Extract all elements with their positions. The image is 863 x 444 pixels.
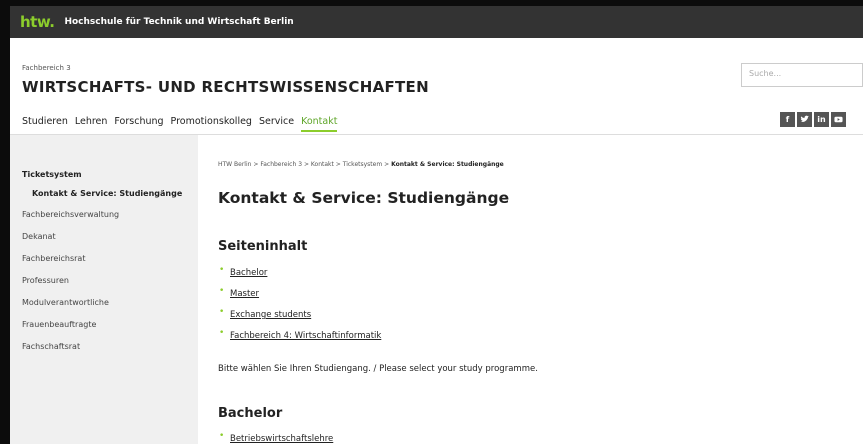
breadcrumb-current: Kontakt & Service: Studiengänge — [391, 161, 504, 168]
main-nav: Studieren Lehren Forschung Promotionskol… — [22, 116, 338, 132]
department-title[interactable]: WIRTSCHAFTS- UND RECHTSWISSENSCHAFTEN — [22, 78, 429, 96]
breadcrumb-link[interactable]: Fachbereich 3 — [260, 161, 302, 168]
toc-link-master[interactable]: Master — [230, 289, 259, 299]
department-number: Fachbereich 3 — [22, 64, 71, 72]
browser-viewport: htw. Hochschule für Technik und Wirtscha… — [10, 6, 863, 444]
breadcrumb-link[interactable]: Ticketsystem — [343, 161, 382, 168]
top-bar: htw. Hochschule für Technik und Wirtscha… — [10, 6, 863, 38]
bullet-icon: • — [219, 307, 225, 317]
nav-item-forschung[interactable]: Forschung — [114, 116, 163, 132]
toc-link-fachbereich-4[interactable]: Fachbereich 4: Wirtschaftinformatik — [230, 331, 381, 341]
toc-item: • Master — [219, 286, 259, 299]
bullet-icon: • — [219, 431, 225, 441]
university-name[interactable]: Hochschule für Technik und Wirtschaft Be… — [64, 17, 293, 27]
toc-link-bachelor[interactable]: Bachelor — [230, 268, 267, 278]
toc-heading: Seiteninhalt — [218, 239, 308, 254]
breadcrumb: HTW Berlin > Fachbereich 3 > Kontakt > T… — [218, 161, 504, 168]
site-header: Fachbereich 3 WIRTSCHAFTS- UND RECHTSWIS… — [10, 38, 863, 135]
breadcrumb-separator: > — [253, 161, 259, 168]
facebook-icon[interactable]: f — [780, 112, 795, 127]
toc-item: • Bachelor — [219, 265, 267, 278]
linkedin-icon[interactable]: in — [814, 112, 829, 127]
htw-logo[interactable]: htw. — [20, 13, 55, 31]
sidebar-item-fachschaftsrat[interactable]: Fachschaftsrat — [22, 342, 80, 351]
search-input[interactable]: Suche... — [741, 63, 863, 87]
bullet-icon: • — [219, 265, 225, 275]
sidebar-item-ticketsystem[interactable]: Ticketsystem — [22, 170, 82, 179]
sidebar-item-modulverantwortliche[interactable]: Modulverantwortliche — [22, 298, 109, 307]
breadcrumb-separator: > — [303, 161, 309, 168]
sidebar-item-dekanat[interactable]: Dekanat — [22, 232, 56, 241]
nav-item-promotionskolleg[interactable]: Promotionskolleg — [171, 116, 252, 132]
bullet-icon: • — [219, 328, 225, 338]
nav-item-lehren[interactable]: Lehren — [75, 116, 108, 132]
page-title: Kontakt & Service: Studiengänge — [218, 189, 510, 207]
sidebar-item-fachbereichsverwaltung[interactable]: Fachbereichsverwaltung — [22, 210, 119, 219]
list-item: • Betriebswirtschaftslehre — [219, 431, 333, 444]
toc-item: • Exchange students — [219, 307, 311, 320]
breadcrumb-separator: > — [335, 161, 341, 168]
breadcrumb-separator: > — [384, 161, 390, 168]
breadcrumb-link[interactable]: Kontakt — [311, 161, 334, 168]
main-content: HTW Berlin > Fachbereich 3 > Kontakt > T… — [198, 135, 863, 444]
nav-item-studieren[interactable]: Studieren — [22, 116, 68, 132]
sidebar-item-frauenbeauftragte[interactable]: Frauenbeauftragte — [22, 320, 96, 329]
sidebar-item-kontakt-service-studiengaenge[interactable]: Kontakt & Service: Studiengänge — [32, 189, 182, 198]
breadcrumb-link[interactable]: HTW Berlin — [218, 161, 251, 168]
bullet-icon: • — [219, 286, 225, 296]
sidebar-item-fachbereichsrat[interactable]: Fachbereichsrat — [22, 254, 85, 263]
sidebar-item-professuren[interactable]: Professuren — [22, 276, 69, 285]
section-heading-bachelor: Bachelor — [218, 406, 283, 421]
nav-item-service[interactable]: Service — [259, 116, 294, 132]
youtube-icon[interactable] — [831, 112, 846, 127]
toc-link-exchange-students[interactable]: Exchange students — [230, 310, 311, 320]
sidebar-nav: Ticketsystem Kontakt & Service: Studieng… — [10, 135, 198, 444]
intro-text: Bitte wählen Sie Ihren Studiengang. / Pl… — [218, 364, 538, 374]
twitter-icon[interactable] — [797, 112, 812, 127]
nav-item-kontakt[interactable]: Kontakt — [301, 116, 338, 132]
social-links: f in — [780, 112, 846, 127]
program-link-betriebswirtschaftslehre[interactable]: Betriebswirtschaftslehre — [230, 434, 333, 444]
toc-item: • Fachbereich 4: Wirtschaftinformatik — [219, 328, 381, 341]
